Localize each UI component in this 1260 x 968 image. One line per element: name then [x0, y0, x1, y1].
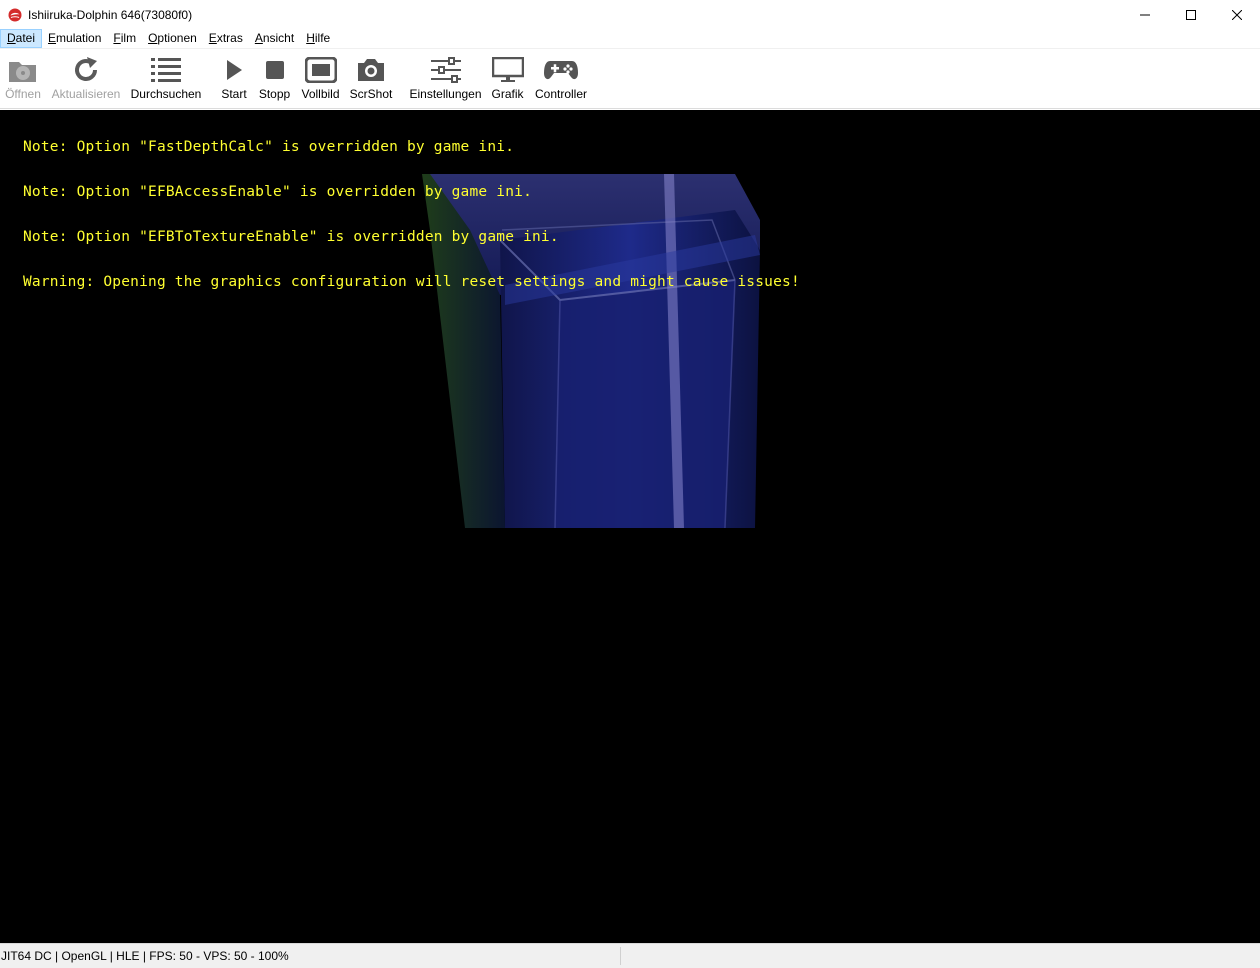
- menu-hilfe[interactable]: Hilfe: [300, 29, 336, 48]
- menu-film[interactable]: Film: [107, 29, 142, 48]
- title-bar: Ishiiruka-Dolphin 646(73080f0): [0, 0, 1260, 29]
- screenshot-label: ScrShot: [349, 87, 393, 101]
- stop-label: Stopp: [258, 87, 291, 101]
- menu-emulation[interactable]: Emulation: [42, 29, 107, 48]
- fullscreen-label: Vollbild: [301, 87, 340, 101]
- minimize-button[interactable]: [1122, 0, 1168, 29]
- open-label: Öffnen: [5, 87, 41, 101]
- fullscreen-button[interactable]: Vollbild: [300, 54, 341, 106]
- menu-datei-rest: atei: [15, 31, 36, 45]
- start-button[interactable]: Start: [220, 54, 248, 106]
- controller-button[interactable]: Controller: [534, 54, 588, 106]
- list-icon: [151, 58, 181, 82]
- render-viewport[interactable]: Note: Option "FastDepthCalc" is overridd…: [0, 110, 1260, 943]
- toolbar: Öffnen Aktualisieren Durchsuchen Start S…: [0, 50, 1260, 109]
- open-button[interactable]: Öffnen: [4, 54, 42, 106]
- window-controls: [1122, 0, 1260, 29]
- menu-datei[interactable]: Datei: [0, 29, 43, 48]
- graphics-label: Grafik: [491, 87, 524, 101]
- settings-label: Einstellungen: [409, 87, 482, 101]
- osd-line: Note: Option "EFBAccessEnable" is overri…: [23, 184, 532, 200]
- menu-datei-accel: D: [7, 31, 16, 45]
- browse-label: Durchsuchen: [130, 87, 202, 101]
- screenshot-button[interactable]: ScrShot: [350, 54, 392, 106]
- menu-hilfe-accel: H: [306, 31, 315, 45]
- settings-button[interactable]: Einstellungen: [409, 54, 482, 106]
- refresh-label: Aktualisieren: [51, 87, 121, 101]
- menu-optionen[interactable]: Optionen: [142, 29, 203, 48]
- menu-emulation-rest: mulation: [56, 31, 102, 45]
- menu-bar: Datei Emulation Film Optionen Extras Ans…: [0, 29, 1260, 49]
- controller-label: Controller: [534, 87, 588, 101]
- minimize-icon: [1140, 14, 1150, 15]
- graphics-button[interactable]: Grafik: [491, 54, 524, 106]
- fullscreen-icon: [304, 57, 337, 83]
- menu-film-rest: ilm: [120, 31, 137, 45]
- menu-ansicht[interactable]: Ansicht: [249, 29, 300, 48]
- osd-line: Note: Option "FastDepthCalc" is overridd…: [23, 139, 515, 155]
- menu-ansicht-rest: nsicht: [262, 31, 295, 45]
- refresh-button[interactable]: Aktualisieren: [52, 54, 120, 106]
- close-icon: [1232, 9, 1242, 20]
- menu-ansicht-accel: A: [254, 31, 263, 45]
- osd-line: Warning: Opening the graphics configurat…: [23, 274, 800, 290]
- camera-icon: [358, 59, 384, 81]
- close-button[interactable]: [1214, 0, 1260, 29]
- monitor-icon: [491, 57, 524, 82]
- open-disc-icon: [9, 62, 36, 82]
- status-text: JIT64 DC | OpenGL | HLE | FPS: 50 - VPS:…: [1, 949, 289, 963]
- menu-optionen-rest: ptionen: [157, 31, 197, 45]
- menu-hilfe-rest: ilfe: [314, 31, 331, 45]
- osd-line: Note: Option "EFBToTextureEnable" is ove…: [23, 229, 559, 245]
- menu-emulation-accel: E: [48, 31, 57, 45]
- status-divider: [620, 947, 621, 965]
- play-icon: [227, 60, 242, 80]
- menu-extras-accel: E: [208, 31, 217, 45]
- menu-extras[interactable]: Extras: [203, 29, 249, 48]
- dolphin-logo-icon: [8, 8, 22, 21]
- status-bar: JIT64 DC | OpenGL | HLE | FPS: 50 - VPS:…: [0, 943, 1260, 968]
- start-label: Start: [221, 87, 247, 101]
- window-title: Ishiiruka-Dolphin 646(73080f0): [28, 7, 193, 22]
- maximize-icon: [1186, 9, 1196, 20]
- menu-extras-rest: xtras: [216, 31, 243, 45]
- menu-film-accel: F: [113, 31, 121, 45]
- browse-button[interactable]: Durchsuchen: [131, 54, 201, 106]
- stop-icon: [265, 61, 284, 79]
- refresh-icon: [75, 57, 97, 81]
- stop-button[interactable]: Stopp: [258, 54, 291, 106]
- sliders-icon: [430, 57, 461, 83]
- osd-messages: Note: Option "FastDepthCalc" is overridd…: [23, 110, 800, 320]
- maximize-button[interactable]: [1168, 0, 1214, 29]
- gamepad-icon: [544, 61, 578, 80]
